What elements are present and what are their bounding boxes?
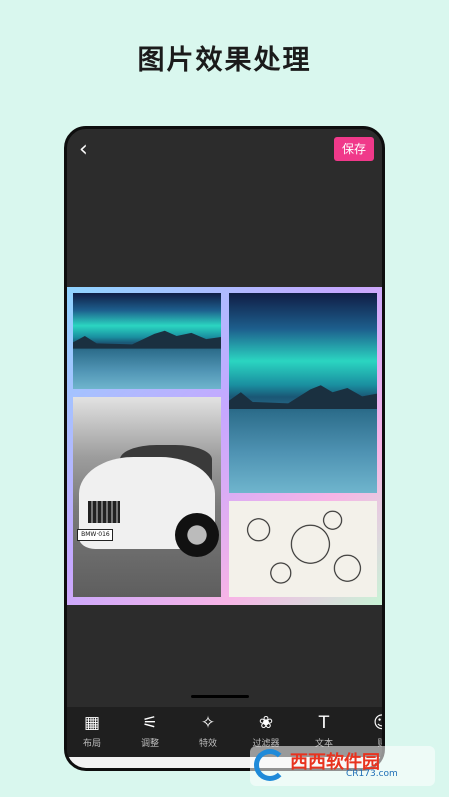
save-button[interactable]: 保存 [334, 137, 374, 161]
watermark-url: CR173.com [346, 769, 398, 779]
collage-photo-aurora-small[interactable] [73, 293, 221, 389]
page-headline: 图片效果处理 [137, 45, 312, 76]
tool-label: 调整 [140, 739, 159, 749]
back-icon[interactable]: ‹ [79, 139, 99, 161]
tool-layout[interactable]: ▦ 布局 [67, 707, 121, 757]
layout-icon: ▦ [83, 713, 101, 733]
collage-photo-doodle[interactable] [229, 501, 377, 597]
tool-effects[interactable]: ✧ 特效 [179, 707, 237, 757]
collage-photo-car[interactable]: BMW·016 [73, 397, 221, 597]
tool-adjust[interactable]: ⚟ 调整 [121, 707, 179, 757]
tool-label: 布局 [82, 739, 101, 749]
phone-frame: ‹ 保存 BMW·016 ▦ 布局 ⚟ 调整 ✧ 特效 ❀ 过滤器 T 文本 [64, 126, 385, 771]
watermark: 西西软件园 CR173.com [250, 746, 435, 786]
effects-icon: ✧ [200, 713, 216, 733]
license-plate: BMW·016 [77, 529, 114, 541]
collage-canvas[interactable]: BMW·016 [67, 287, 382, 605]
text-icon: T [318, 713, 330, 733]
watermark-logo-icon [254, 749, 286, 781]
filter-icon: ❀ [258, 713, 274, 733]
adjust-icon: ⚟ [142, 713, 158, 733]
tool-label: 特效 [198, 739, 217, 749]
home-indicator [191, 695, 249, 698]
sticker-icon: ☺ [353, 710, 382, 736]
collage-photo-aurora-large[interactable] [229, 293, 377, 493]
